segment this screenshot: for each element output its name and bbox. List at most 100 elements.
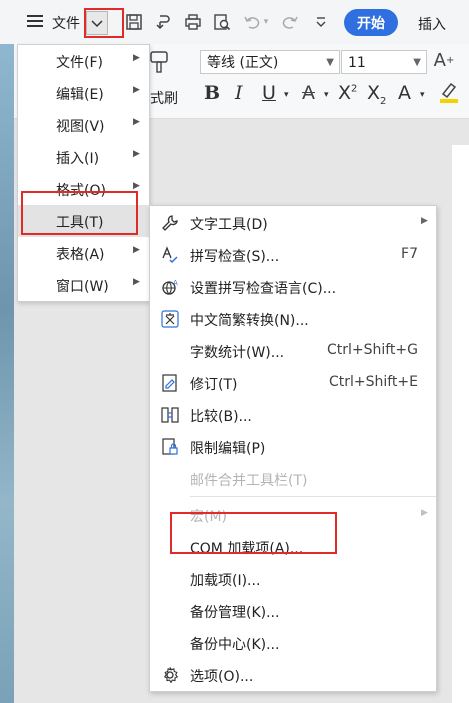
- text-effect-icon[interactable]: A: [398, 82, 411, 104]
- compare-icon: [160, 405, 180, 425]
- tools-submenu: 文字工具(D) ▶ 拼写检查(S)... F7 A 设置拼写检查语言(C)...…: [149, 205, 437, 692]
- chinese-convert-icon: [160, 309, 180, 329]
- lock-document-icon: [160, 437, 180, 457]
- menu-item-restrict-editing[interactable]: 限制编辑(P): [150, 431, 436, 463]
- menu-item-label: 邮件合并工具栏(T): [190, 473, 308, 489]
- menu-icon[interactable]: [27, 15, 43, 27]
- chevron-right-icon: ▶: [133, 277, 140, 287]
- wrench-icon: [160, 213, 180, 233]
- redo-icon[interactable]: [280, 12, 300, 32]
- underline-dropdown-icon[interactable]: ▾: [284, 90, 289, 100]
- menu-item-track-changes[interactable]: 修订(T) Ctrl+Shift+E: [150, 367, 436, 399]
- svg-text:A: A: [173, 279, 178, 287]
- menu-item-label: 表格(A): [56, 247, 105, 263]
- menu-item-label: 限制编辑(P): [190, 441, 266, 457]
- globe-icon: A: [160, 277, 180, 297]
- chevron-right-icon: ▶: [133, 149, 140, 159]
- chevron-right-icon: ▶: [133, 53, 140, 63]
- chevron-right-icon: ▶: [133, 181, 140, 191]
- highlight-box-dropdown: [84, 8, 124, 38]
- superscript-icon[interactable]: X2: [338, 82, 357, 104]
- shortcut-label: Ctrl+Shift+G: [326, 342, 418, 358]
- chevron-down-icon: ▼: [413, 57, 421, 68]
- menu-item-spell-check[interactable]: 拼写检查(S)... F7: [150, 239, 436, 271]
- undo-dropdown-icon[interactable]: ▾: [261, 12, 271, 32]
- menu-item-label: 加载项(I)...: [190, 573, 261, 589]
- font-name-value: 等线 (正文): [207, 55, 279, 71]
- bold-icon[interactable]: B: [204, 82, 220, 104]
- menu-item-backup-manager[interactable]: 备份管理(K)...: [150, 595, 436, 627]
- menu-item-label: 中文简繁转换(N)...: [190, 313, 309, 329]
- customize-toolbar-icon[interactable]: [311, 12, 331, 32]
- menu-item-label: 备份管理(K)...: [190, 605, 280, 621]
- file-menu: 文件(F) ▶ 编辑(E) ▶ 视图(V) ▶ 插入(I) ▶ 格式(O) ▶ …: [17, 44, 150, 302]
- strikethrough-dropdown-icon[interactable]: ▾: [324, 90, 329, 100]
- chevron-right-icon: ▶: [133, 245, 140, 255]
- menu-item-label: 备份中心(K)...: [190, 637, 280, 653]
- desktop-background: [0, 44, 14, 703]
- menu-item-view[interactable]: 视图(V) ▶: [18, 109, 149, 141]
- menu-item-label: 编辑(E): [56, 87, 104, 103]
- menu-item-file[interactable]: 文件(F) ▶: [18, 45, 149, 77]
- tab-insert[interactable]: 插入: [418, 14, 446, 34]
- menu-item-label: 窗口(W): [56, 279, 109, 295]
- subscript-icon[interactable]: X2: [367, 82, 386, 107]
- format-painter-icon[interactable]: [147, 50, 171, 80]
- chevron-down-icon: ▼: [326, 57, 334, 68]
- increase-font-size-icon[interactable]: A +: [434, 50, 455, 71]
- menu-item-label: 文件(F): [56, 55, 103, 71]
- menu-item-spell-language[interactable]: A 设置拼写检查语言(C)...: [150, 271, 436, 303]
- menu-item-addins[interactable]: 加载项(I)...: [150, 563, 436, 595]
- chevron-right-icon: ▶: [421, 216, 428, 226]
- menu-item-label: 修订(T): [190, 377, 238, 393]
- menu-separator: [190, 496, 436, 497]
- document-page[interactable]: [452, 145, 469, 703]
- menu-item-label: 设置拼写检查语言(C)...: [190, 281, 337, 297]
- menu-item-mail-merge-toolbar: 邮件合并工具栏(T): [150, 463, 436, 495]
- save-icon[interactable]: [124, 12, 144, 32]
- chevron-right-icon: ▶: [133, 85, 140, 95]
- export-icon[interactable]: [153, 12, 173, 32]
- shortcut-label: F7: [401, 246, 418, 262]
- shortcut-label: Ctrl+Shift+E: [328, 374, 418, 390]
- font-name-select[interactable]: 等线 (正文) ▼: [200, 50, 340, 74]
- italic-icon[interactable]: I: [235, 82, 243, 104]
- font-size-select[interactable]: 11 ▼: [341, 50, 427, 74]
- menu-item-compare[interactable]: 比较(B)...: [150, 399, 436, 431]
- undo-icon[interactable]: [242, 12, 262, 32]
- menu-item-label: 拼写检查(S)...: [190, 249, 280, 265]
- chevron-right-icon: ▶: [421, 508, 428, 518]
- print-preview-icon[interactable]: [212, 12, 232, 32]
- track-changes-icon: [160, 373, 180, 393]
- menu-item-label: 插入(I): [56, 151, 100, 167]
- menu-item-insert[interactable]: 插入(I) ▶: [18, 141, 149, 173]
- file-menu-label[interactable]: 文件: [52, 13, 80, 33]
- menu-item-chinese-conversion[interactable]: 中文简繁转换(N)...: [150, 303, 436, 335]
- highlight-box-tools: [21, 191, 138, 235]
- format-painter-label[interactable]: 式刷: [150, 88, 178, 108]
- underline-icon[interactable]: U: [262, 82, 276, 104]
- menu-item-options[interactable]: 选项(O)...: [150, 659, 436, 691]
- top-toolbar: 文件 ▾ 开始 插入: [0, 0, 469, 44]
- font-size-value: 11: [348, 55, 366, 71]
- text-effect-dropdown-icon[interactable]: ▾: [420, 90, 425, 100]
- menu-item-label: 比较(B)...: [190, 409, 252, 425]
- highlight-box-com-addins: [170, 512, 337, 554]
- menu-item-label: 文字工具(D): [190, 217, 268, 233]
- menu-item-label: 选项(O)...: [190, 669, 254, 685]
- gear-icon: [160, 665, 180, 685]
- menu-item-text-tools[interactable]: 文字工具(D) ▶: [150, 207, 436, 239]
- menu-item-label: 字数统计(W)...: [190, 345, 285, 361]
- chevron-right-icon: ▶: [133, 117, 140, 127]
- menu-item-backup-center[interactable]: 备份中心(K)...: [150, 627, 436, 659]
- tab-start[interactable]: 开始: [344, 9, 398, 36]
- menu-item-window[interactable]: 窗口(W) ▶: [18, 269, 149, 301]
- menu-item-edit[interactable]: 编辑(E) ▶: [18, 77, 149, 109]
- menu-item-table[interactable]: 表格(A) ▶: [18, 237, 149, 269]
- print-icon[interactable]: [183, 12, 203, 32]
- spell-check-icon: [160, 245, 180, 265]
- highlight-icon[interactable]: [438, 80, 460, 108]
- menu-item-word-count[interactable]: 字数统计(W)... Ctrl+Shift+G: [150, 335, 436, 367]
- strikethrough-icon[interactable]: A: [302, 82, 315, 104]
- menu-item-label: 视图(V): [56, 119, 105, 135]
